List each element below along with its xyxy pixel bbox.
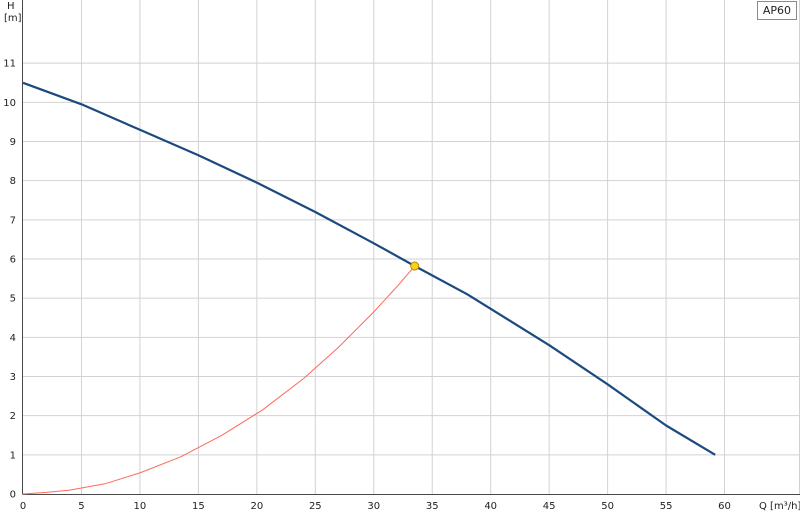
y-tick-labels: 0 1 2 3 4 5 6 7 8 9 10 11 [3, 59, 16, 501]
x-tick-label: 30 [367, 501, 380, 512]
y-tick-label: 5 [10, 294, 16, 305]
y-tick-label: 3 [10, 372, 16, 383]
y-axis-unit-label: [m] [4, 13, 22, 24]
x-tick-label: 10 [134, 501, 147, 512]
x-tick-label: 0 [20, 501, 26, 512]
x-tick-label: 40 [484, 501, 497, 512]
y-axis-label: H [7, 1, 15, 12]
y-tick-label: 9 [10, 137, 16, 148]
x-tick-label: 60 [718, 501, 731, 512]
y-tick-label: 2 [10, 411, 16, 422]
x-tick-label: 45 [543, 501, 556, 512]
x-tick-label: 50 [601, 501, 614, 512]
y-tick-label: 8 [10, 176, 16, 187]
legend-entry-ap60: AP60 [756, 1, 797, 20]
y-tick-label: 4 [10, 333, 16, 344]
x-tick-label: 25 [309, 501, 322, 512]
grid-lines [23, 0, 800, 494]
y-tick-label: 0 [10, 490, 16, 501]
y-tick-label: 7 [10, 215, 16, 226]
x-tick-label: 15 [192, 501, 205, 512]
y-tick-label: 11 [3, 59, 16, 70]
y-tick-label: 1 [10, 450, 16, 461]
y-tick-label: 6 [10, 255, 16, 266]
operating-point-marker [410, 261, 420, 271]
axes [22, 0, 800, 495]
x-tick-labels: 0 5 10 15 20 25 30 35 40 45 50 55 60 [20, 501, 731, 512]
x-tick-label: 5 [78, 501, 84, 512]
y-tick-label: 10 [3, 98, 16, 109]
series-layer [22, 81, 716, 495]
pump-curve-chart: 0 5 10 15 20 25 30 35 40 45 50 55 60 01234567891011 … [3, 0, 800, 512]
points-layer [410, 261, 420, 271]
x-tick-label: 55 [660, 501, 673, 512]
x-axis-label: Q [m³/h] [759, 501, 800, 512]
x-tick-label: 20 [250, 501, 263, 512]
x-tick-label: 35 [426, 501, 439, 512]
series-line-ap60 [22, 81, 716, 456]
